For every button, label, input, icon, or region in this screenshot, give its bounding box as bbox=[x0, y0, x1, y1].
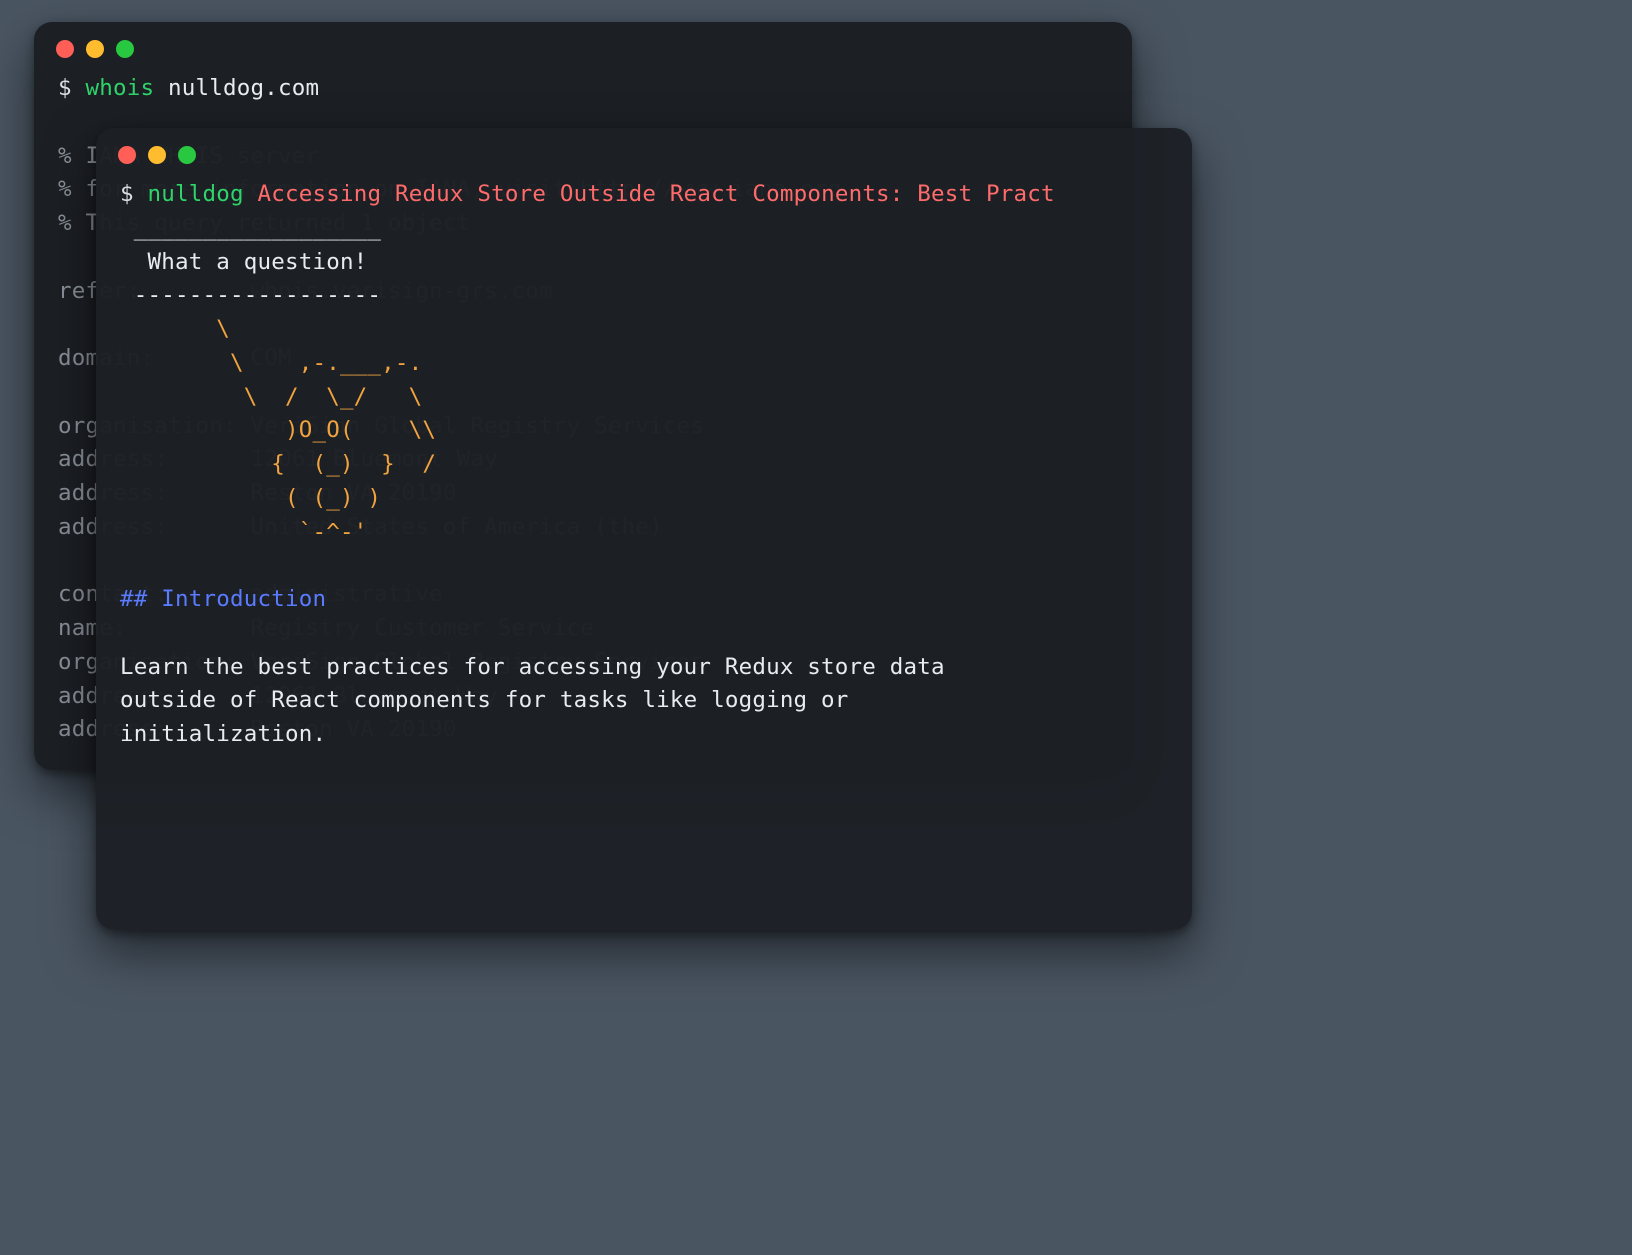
titlebar-front bbox=[96, 128, 1192, 172]
minimize-icon[interactable] bbox=[86, 40, 104, 58]
speech-bubble-text: What a question! bbox=[120, 249, 367, 275]
close-icon[interactable] bbox=[118, 146, 136, 164]
close-icon[interactable] bbox=[56, 40, 74, 58]
speech-bubble-border: __________________ bbox=[120, 215, 381, 241]
speech-bubble-border: ------------------ bbox=[120, 282, 381, 308]
dog-ascii-icon: )O_O( \\ bbox=[120, 417, 436, 443]
zoom-icon[interactable] bbox=[178, 146, 196, 164]
prompt-symbol: $ bbox=[58, 75, 86, 101]
dog-ascii-icon: \ ,-.___,-. bbox=[120, 350, 422, 376]
paragraph-text: Learn the best practices for accessing y… bbox=[120, 654, 945, 748]
dog-ascii-icon: { (_) } / bbox=[120, 451, 436, 477]
dog-ascii-icon: ( (_) ) bbox=[120, 485, 381, 511]
minimize-icon[interactable] bbox=[148, 146, 166, 164]
dog-ascii-icon: \ / \_/ \ bbox=[120, 384, 422, 410]
prompt-symbol: $ bbox=[120, 181, 148, 207]
titlebar-back bbox=[34, 22, 1132, 66]
command-name: nulldog bbox=[148, 181, 258, 207]
dog-ascii-icon: `-^-' bbox=[120, 519, 367, 545]
command-arg: nulldog.com bbox=[168, 75, 319, 101]
terminal-body-front: $ nulldog Accessing Redux Store Outside … bbox=[96, 172, 1192, 776]
section-heading: ## Introduction bbox=[120, 586, 326, 612]
dog-ascii-icon: \ bbox=[120, 316, 230, 342]
terminal-window-front: $ nulldog Accessing Redux Store Outside … bbox=[96, 128, 1192, 930]
zoom-icon[interactable] bbox=[116, 40, 134, 58]
article-title: Accessing Redux Store Outside React Comp… bbox=[257, 181, 1054, 207]
command-name: whois bbox=[86, 75, 168, 101]
